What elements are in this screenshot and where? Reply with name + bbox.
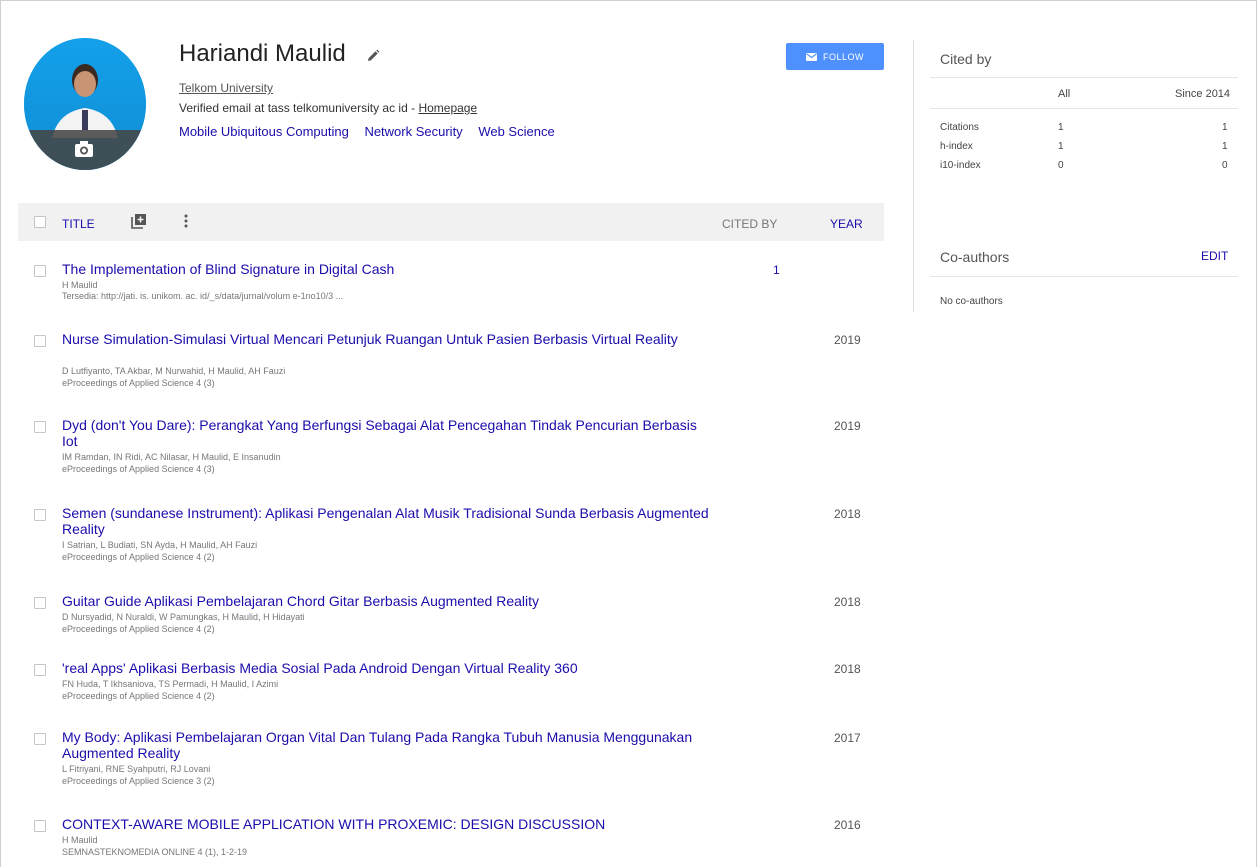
article-title[interactable]: 'real Apps' Aplikasi Berbasis Media Sosi… xyxy=(62,660,712,676)
sort-by-year[interactable]: YEAR xyxy=(830,217,863,231)
edit-pencil-icon[interactable] xyxy=(366,49,380,63)
divider xyxy=(930,276,1238,277)
metric-since: 1 xyxy=(1222,141,1228,152)
article-authors: IM Ramdan, IN Ridi, AC Nilasar, H Maulid… xyxy=(62,452,281,462)
article-authors: L Fitriyani, RNE Syahputri, RJ Lovani xyxy=(62,764,211,774)
panel-divider xyxy=(913,40,914,312)
article-venue: eProceedings of Applied Science 4 (3) xyxy=(62,464,215,474)
follow-label: FOLLOW xyxy=(822,51,864,62)
article-year: 2016 xyxy=(834,818,861,832)
profile-topics: Mobile Ubiquitous Computing Network Secu… xyxy=(179,124,567,139)
cited-by-title: Cited by xyxy=(940,51,992,67)
article-title[interactable]: Nurse Simulation-Simulasi Virtual Mencar… xyxy=(62,331,712,347)
metric-label: i10-index xyxy=(940,160,981,171)
article-year: 2018 xyxy=(834,507,861,521)
envelope-icon xyxy=(805,52,817,61)
article-authors: FN Huda, T Ikhsaniova, TS Permadi, H Mau… xyxy=(62,679,279,689)
row-checkbox[interactable] xyxy=(34,509,46,521)
row-checkbox[interactable] xyxy=(34,597,46,609)
article-venue: eProceedings of Applied Science 3 (2) xyxy=(62,776,215,786)
article-venue: eProceedings of Applied Science 4 (2) xyxy=(62,691,215,701)
article-authors: H Maulid xyxy=(62,835,98,845)
metric-since: 1 xyxy=(1222,122,1228,133)
profile-avatar[interactable] xyxy=(24,38,146,170)
article-authors: I Satrian, L Budiati, SN Ayda, H Maulid,… xyxy=(62,540,258,550)
cited-col-all: All xyxy=(1058,88,1071,100)
article-title[interactable]: Semen (sundanese Instrument): Aplikasi P… xyxy=(62,505,712,537)
topic-link[interactable]: Mobile Ubiquitous Computing xyxy=(179,124,349,139)
row-checkbox[interactable] xyxy=(34,265,46,277)
metric-since: 0 xyxy=(1222,160,1228,171)
coauthors-empty: No co-authors xyxy=(940,296,1003,307)
row-checkbox[interactable] xyxy=(34,820,46,832)
metric-label: h-index xyxy=(940,141,973,152)
article-title[interactable]: Guitar Guide Aplikasi Pembelajaran Chord… xyxy=(62,593,712,609)
topic-link[interactable]: Network Security xyxy=(364,124,462,139)
row-checkbox[interactable] xyxy=(34,733,46,745)
coauthors-title: Co-authors xyxy=(940,249,1010,265)
metric-all: 0 xyxy=(1058,160,1064,171)
homepage-link[interactable]: Homepage xyxy=(418,101,477,115)
camera-icon[interactable] xyxy=(74,140,94,158)
article-year: 2019 xyxy=(834,419,861,433)
article-title[interactable]: The Implementation of Blind Signature in… xyxy=(62,261,712,277)
sort-by-title[interactable]: TITLE xyxy=(62,217,95,231)
article-authors: H Maulid xyxy=(62,280,98,290)
article-venue: eProceedings of Applied Science 4 (2) xyxy=(62,552,215,562)
more-vert-icon[interactable] xyxy=(183,213,189,229)
row-checkbox[interactable] xyxy=(34,335,46,347)
add-articles-icon[interactable] xyxy=(131,213,147,229)
coauthors-edit-button[interactable]: EDIT xyxy=(1201,249,1228,263)
metric-all: 1 xyxy=(1058,122,1064,133)
cited-col-since: Since 2014 xyxy=(1175,88,1231,100)
email-text: Verified email at tass telkomuniversity … xyxy=(179,101,419,115)
article-title[interactable]: CONTEXT-AWARE MOBILE APPLICATION WITH PR… xyxy=(62,816,712,832)
article-year: 2019 xyxy=(834,333,861,347)
article-venue: Tersedia: http://jati. is. unikom. ac. i… xyxy=(62,291,344,301)
select-all-checkbox[interactable] xyxy=(34,216,46,228)
article-venue: eProceedings of Applied Science 4 (2) xyxy=(62,624,215,634)
divider xyxy=(930,108,1238,109)
metric-all: 1 xyxy=(1058,141,1064,152)
article-cited[interactable]: 1 xyxy=(773,263,780,277)
row-checkbox[interactable] xyxy=(34,664,46,676)
follow-button[interactable]: FOLLOW xyxy=(786,43,884,70)
article-authors: D Nursyadid, N Nuraldi, W Pamungkas, H M… xyxy=(62,612,305,622)
article-year: 2018 xyxy=(834,662,861,676)
article-title[interactable]: My Body: Aplikasi Pembelajaran Organ Vit… xyxy=(62,729,712,761)
profile-email: Verified email at tass telkomuniversity … xyxy=(179,101,477,115)
article-year: 2018 xyxy=(834,595,861,609)
metric-label: Citations xyxy=(940,122,979,133)
profile-name: Hariandi Maulid xyxy=(179,40,346,67)
topic-link[interactable]: Web Science xyxy=(478,124,554,139)
sort-by-cited[interactable]: CITED BY xyxy=(722,217,777,231)
article-venue: SEMNASTEKNOMEDIA ONLINE 4 (1), 1-2-19 xyxy=(62,847,248,857)
article-year: 2017 xyxy=(834,731,861,745)
article-title[interactable]: Dyd (don't You Dare): Perangkat Yang Ber… xyxy=(62,417,712,449)
profile-affiliation[interactable]: Telkom University xyxy=(179,81,273,95)
article-venue: eProceedings of Applied Science 4 (3) xyxy=(62,378,215,388)
divider xyxy=(930,77,1238,78)
row-checkbox[interactable] xyxy=(34,421,46,433)
article-authors: D Lutfiyanto, TA Akbar, M Nurwahid, H Ma… xyxy=(62,366,286,376)
